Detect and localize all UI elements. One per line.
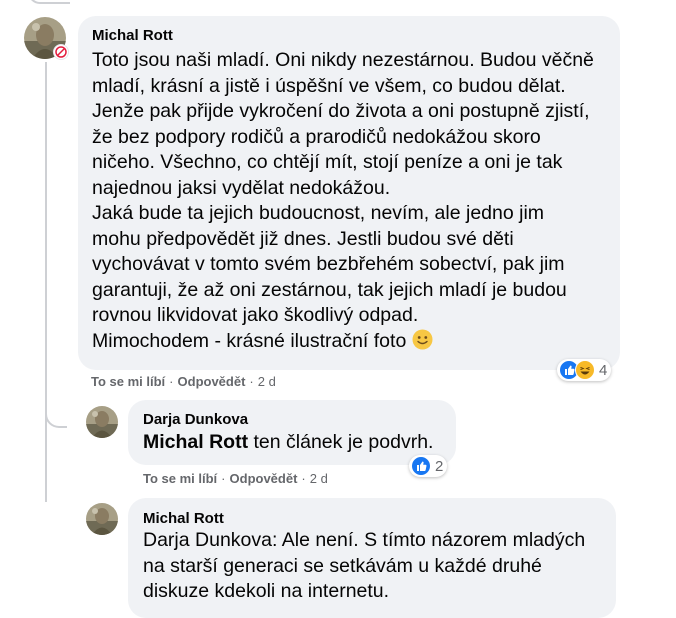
reaction-summary[interactable]: 4 bbox=[557, 359, 612, 381]
comment-timestamp[interactable]: 2 d bbox=[310, 471, 328, 486]
comment-line: Jaká bude ta jejich budoucnost, nevím, a… bbox=[92, 202, 545, 224]
comment-text-rest: ten článek je podvrh. bbox=[248, 431, 434, 453]
comment-line: mladí, krásní a jistě i úspěšní ve všem,… bbox=[92, 74, 566, 97]
comment-actions: To se mi líbí · Odpovědět · 2 d bbox=[143, 471, 328, 486]
thread-line bbox=[45, 62, 47, 502]
avatar[interactable] bbox=[86, 406, 118, 438]
reply-button[interactable]: Odpovědět bbox=[230, 471, 298, 486]
comment-timestamp[interactable]: 2 d bbox=[258, 374, 276, 389]
comment-author[interactable]: Darja Dunkova bbox=[143, 411, 248, 428]
comment-line: najednou jaksi vydělat nedokážou. bbox=[92, 176, 391, 199]
reaction-count: 2 bbox=[435, 457, 444, 475]
thread-connector bbox=[45, 398, 67, 428]
mention-link[interactable]: Michal Rott bbox=[143, 431, 248, 453]
comment-text: Michal Rott ten článek je podvrh. bbox=[143, 430, 453, 456]
comment-author[interactable]: Michal Rott bbox=[143, 510, 224, 527]
comment-bubble: Michal Rott Darja Dunkova: Ale není. S t… bbox=[128, 498, 616, 618]
like-reaction-icon bbox=[411, 456, 431, 476]
like-button[interactable]: To se mi líbí bbox=[143, 471, 217, 486]
comment-line: diskuze kdekoli na internetu. bbox=[143, 580, 390, 602]
comment-line: vychovávat v tomto svém bezbřehém sobect… bbox=[92, 253, 565, 275]
slightly-smiling-face-icon bbox=[412, 329, 433, 349]
comment-actions: To se mi líbí · Odpovědět · 2 d bbox=[91, 374, 276, 389]
comment-line: ničeho. Všechno, co chtějí mít, stojí pe… bbox=[92, 151, 563, 173]
comment-text: Toto jsou naši mladí. Oni nikdy nezestár… bbox=[92, 48, 617, 354]
separator-dot: · bbox=[301, 471, 306, 486]
profile-badge-icon bbox=[53, 44, 69, 60]
comment-line: Darja Dunkova: Ale není. S tímto názorem… bbox=[143, 529, 586, 551]
avatar[interactable] bbox=[86, 503, 118, 535]
comment-author[interactable]: Michal Rott bbox=[92, 27, 173, 44]
reaction-summary[interactable]: 2 bbox=[409, 455, 448, 477]
like-button[interactable]: To se mi líbí bbox=[91, 374, 165, 389]
comment-line-text: Mimochodem - krásné ilustrační foto bbox=[92, 329, 407, 352]
comment-text: Darja Dunkova: Ale není. S tímto názorem… bbox=[143, 528, 613, 605]
comment-line: Jenže pak přijde vykročení do života a o… bbox=[92, 100, 590, 122]
comment-line: na starší generaci se setkávám u každé d… bbox=[143, 554, 542, 577]
comment-line: mohu předpovědět již dnes. Jestli budou … bbox=[92, 227, 514, 250]
thread-line-stub bbox=[28, 0, 70, 4]
comment-line: Mimochodem - krásné ilustrační foto bbox=[92, 329, 617, 355]
comment-line: rovnou likvidovat jako škodlivý odpad. bbox=[92, 304, 419, 326]
separator-dot: · bbox=[249, 374, 254, 389]
haha-reaction-icon bbox=[575, 360, 595, 380]
separator-dot: · bbox=[169, 374, 174, 389]
separator-dot: · bbox=[221, 471, 226, 486]
reply-button[interactable]: Odpovědět bbox=[178, 374, 246, 389]
comment-line: garantuji, že až oni zestárnou, tak jeji… bbox=[92, 278, 567, 301]
comment-bubble: Darja Dunkova Michal Rott ten článek je … bbox=[128, 400, 456, 465]
comment-bubble: Michal Rott Toto jsou naši mladí. Oni ni… bbox=[78, 16, 620, 370]
comment-line: Toto jsou naši mladí. Oni nikdy nezestár… bbox=[92, 49, 594, 71]
comment-line: že bez podpory rodičů a prarodičů nedoká… bbox=[92, 125, 541, 148]
reaction-count: 4 bbox=[599, 361, 608, 379]
